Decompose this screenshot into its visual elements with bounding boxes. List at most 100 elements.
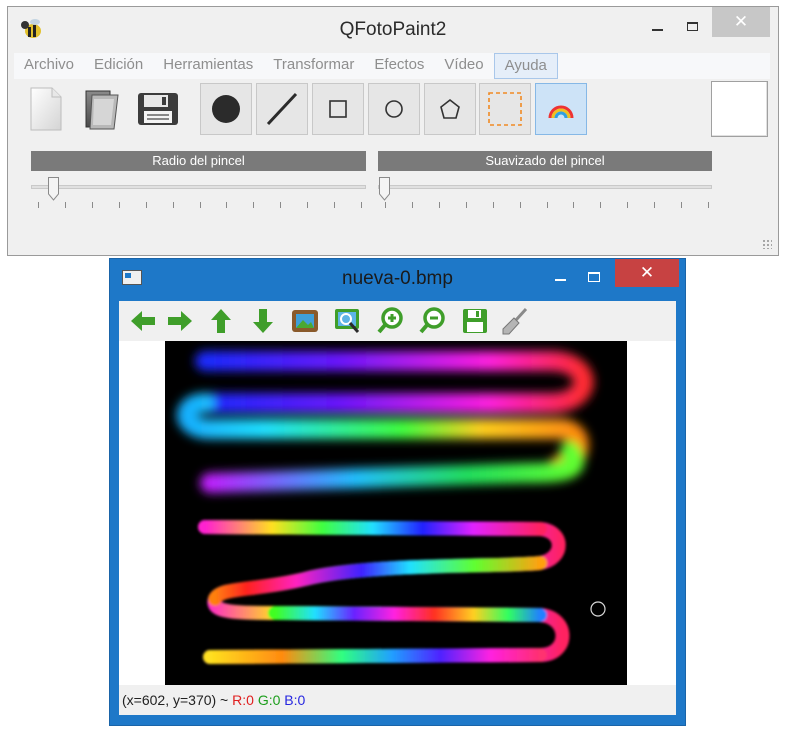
brush-clear-icon bbox=[502, 307, 528, 335]
image-close-button[interactable]: ✕ bbox=[615, 259, 679, 287]
slider-tick bbox=[600, 202, 601, 208]
previous-button[interactable] bbox=[127, 305, 159, 337]
zoom-in-icon bbox=[377, 307, 403, 334]
close-button[interactable]: ✕ bbox=[712, 7, 770, 37]
slider-tick bbox=[708, 202, 709, 208]
zoom-fit-button[interactable] bbox=[332, 305, 364, 337]
picture-icon bbox=[292, 310, 318, 332]
brush-smoothing-slider-thumb[interactable] bbox=[379, 177, 390, 201]
image-window: nueva-0.bmp ✕ (x=602, y=370) ~ R:0 G:0 B… bbox=[109, 258, 686, 726]
new-button[interactable] bbox=[20, 83, 72, 135]
slider-tick bbox=[520, 202, 521, 208]
brush-radius-track[interactable] bbox=[31, 185, 366, 189]
up-button[interactable] bbox=[205, 305, 237, 337]
slider-tick bbox=[92, 202, 93, 208]
zoom-out-button[interactable] bbox=[417, 305, 449, 337]
slider-tick bbox=[280, 202, 281, 208]
image-toolbar bbox=[119, 301, 676, 341]
arrow-down-icon bbox=[253, 309, 273, 333]
maximize-icon bbox=[686, 21, 698, 31]
slider-tick bbox=[226, 202, 227, 208]
rainbow-tool-button[interactable] bbox=[535, 83, 587, 135]
line-tool-icon bbox=[266, 92, 298, 126]
slider-tick bbox=[361, 202, 362, 208]
selection-tool-icon bbox=[488, 92, 522, 126]
clear-button[interactable] bbox=[499, 305, 531, 337]
point-tool-button[interactable] bbox=[200, 83, 252, 135]
zoom-in-button[interactable] bbox=[375, 305, 407, 337]
slider-tick bbox=[146, 202, 147, 208]
slider-tick bbox=[573, 202, 574, 208]
ellipse-tool-button[interactable] bbox=[368, 83, 420, 135]
next-button[interactable] bbox=[164, 305, 196, 337]
polygon-tool-icon bbox=[440, 98, 460, 119]
brush-smoothing-track[interactable] bbox=[378, 185, 712, 189]
menu-ayuda[interactable]: Ayuda bbox=[493, 53, 558, 79]
sharp-strokes bbox=[198, 520, 570, 664]
main-toolbar bbox=[8, 81, 778, 143]
arrow-left-icon bbox=[131, 311, 155, 331]
slider-tick bbox=[439, 202, 440, 208]
slider-tick bbox=[627, 202, 628, 208]
open-button[interactable] bbox=[76, 83, 128, 135]
minimize-button[interactable] bbox=[645, 13, 669, 39]
new-file-icon bbox=[30, 87, 62, 131]
minimize-icon bbox=[555, 279, 566, 281]
menu-edicion[interactable]: Edición bbox=[84, 53, 153, 79]
resize-grip[interactable] bbox=[762, 239, 772, 249]
selection-tool-button[interactable] bbox=[479, 83, 531, 135]
arrow-right-icon bbox=[168, 311, 192, 331]
status-bar: (x=602, y=370) ~ R:0 G:0 B:0 bbox=[119, 685, 676, 715]
pixel-green-value: G:0 bbox=[257, 692, 281, 708]
brush-smoothing-label: Suavizado del pincel bbox=[378, 151, 712, 171]
picture-button[interactable] bbox=[289, 305, 321, 337]
rectangle-tool-icon bbox=[329, 100, 347, 118]
rainbow-tool-icon bbox=[548, 105, 574, 119]
menu-archivo[interactable]: Archivo bbox=[14, 53, 84, 79]
slider-tick bbox=[493, 202, 494, 208]
save-icon bbox=[463, 309, 487, 333]
slider-tick bbox=[681, 202, 682, 208]
menu-bar: Archivo Edición Herramientas Transformar… bbox=[14, 53, 770, 79]
down-button[interactable] bbox=[247, 305, 279, 337]
menu-video[interactable]: Vídeo bbox=[434, 53, 493, 79]
slider-tick bbox=[253, 202, 254, 208]
slider-tick bbox=[334, 202, 335, 208]
save-disk-icon bbox=[138, 93, 178, 125]
brush-radius-slider-thumb[interactable] bbox=[48, 177, 59, 201]
cursor-coords: (x=602, y=370) ~ bbox=[122, 692, 233, 708]
image-maximize-button[interactable] bbox=[584, 268, 604, 288]
rectangle-tool-button[interactable] bbox=[312, 83, 364, 135]
ellipse-tool-icon bbox=[385, 100, 403, 118]
brush-radius-label: Radio del pincel bbox=[31, 151, 366, 171]
image-viewport bbox=[119, 341, 676, 685]
slider-tick bbox=[547, 202, 548, 208]
brush-radius-ticks bbox=[38, 202, 362, 210]
menu-efectos[interactable]: Efectos bbox=[364, 53, 434, 79]
slider-tick bbox=[200, 202, 201, 208]
slider-tick bbox=[119, 202, 120, 208]
menu-herramientas[interactable]: Herramientas bbox=[153, 53, 263, 79]
brush-cursor bbox=[590, 601, 606, 617]
save-image-button[interactable] bbox=[459, 305, 491, 337]
zoom-out-icon bbox=[419, 307, 445, 334]
slider-tick bbox=[412, 202, 413, 208]
image-minimize-button[interactable] bbox=[551, 269, 571, 289]
polygon-tool-button[interactable] bbox=[424, 83, 476, 135]
drawing-canvas[interactable] bbox=[165, 341, 627, 685]
save-button[interactable] bbox=[132, 83, 184, 135]
current-color-swatch[interactable] bbox=[711, 81, 768, 137]
slider-tick bbox=[38, 202, 39, 208]
point-tool-icon bbox=[212, 95, 240, 123]
arrow-up-icon bbox=[211, 309, 231, 333]
menu-transformar[interactable]: Transformar bbox=[263, 53, 364, 79]
slider-tick bbox=[654, 202, 655, 208]
line-tool-button[interactable] bbox=[256, 83, 308, 135]
minimize-icon bbox=[651, 29, 663, 31]
maximize-button[interactable] bbox=[680, 13, 704, 39]
blurred-strokes bbox=[176, 351, 594, 493]
slider-tick bbox=[307, 202, 308, 208]
maximize-icon bbox=[588, 272, 600, 282]
main-title-bar[interactable]: QFotoPaint2 ✕ bbox=[8, 7, 778, 51]
slider-tick bbox=[466, 202, 467, 208]
